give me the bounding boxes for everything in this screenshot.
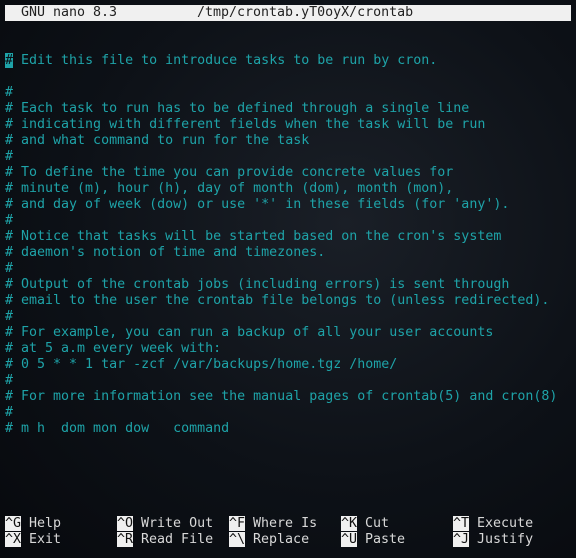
editor-line[interactable]: # Edit this file to introduce tasks to b… <box>5 53 557 69</box>
shortcut-label: Help <box>29 516 62 531</box>
app-version: GNU nano 8.3 <box>21 5 118 20</box>
cursor: # <box>5 53 14 68</box>
editor-line[interactable]: # <box>5 309 557 325</box>
shortcut-key: ^X <box>5 532 22 547</box>
editor-line[interactable]: # <box>5 405 557 421</box>
editor-line[interactable]: # indicating with different fields when … <box>5 117 557 133</box>
shortcut-label: Paste <box>365 532 406 547</box>
editor-line[interactable]: # Output of the crontab jobs (including … <box>5 277 557 293</box>
editor-line[interactable]: # For example, you can run a backup of a… <box>5 325 557 341</box>
shortcut-label: Execute <box>477 516 534 531</box>
shortcut-key: ^K <box>341 516 358 531</box>
shortcut-write-out[interactable]: ^O Write Out <box>117 516 213 532</box>
shortcut-execute[interactable]: ^T Execute <box>453 516 533 532</box>
editor-line[interactable]: # Notice that tasks will be started base… <box>5 229 557 245</box>
shortcut-cut[interactable]: ^K Cut <box>341 516 389 532</box>
line-text: Edit this file to introduce tasks to be … <box>13 53 438 68</box>
title-bar: GNU nano 8.3/tmp/crontab.yT0oyX/crontab <box>5 5 571 21</box>
shortcut-key: ^U <box>341 532 358 547</box>
text-editor[interactable]: # Edit this file to introduce tasks to b… <box>5 21 557 437</box>
editor-line[interactable]: # 0 5 * * 1 tar -zcf /var/backups/home.t… <box>5 357 557 373</box>
shortcut-exit[interactable]: ^X Exit <box>5 532 61 548</box>
shortcut-paste[interactable]: ^U Paste <box>341 532 405 548</box>
shortcut-replace[interactable]: ^\ Replace <box>229 532 309 548</box>
shortcut-key: ^\ <box>229 532 246 547</box>
shortcut-where-is[interactable]: ^F Where Is <box>229 516 317 532</box>
editor-line[interactable]: # <box>5 213 557 229</box>
shortcut-label: Cut <box>365 516 390 531</box>
shortcut-label: Read File <box>141 532 214 547</box>
shortcut-key: ^F <box>229 516 246 531</box>
editor-line[interactable]: # and what command to run for the task <box>5 133 557 149</box>
editor-line[interactable]: # email to the user the crontab file bel… <box>5 293 557 309</box>
editor-line[interactable]: # at 5 a.m every week with: <box>5 341 557 357</box>
editor-line[interactable]: # <box>5 261 557 277</box>
shortcut-read-file[interactable]: ^R Read File <box>117 532 213 548</box>
editor-line[interactable]: # and day of week (dow) or use '*' in th… <box>5 197 557 213</box>
editor-line[interactable]: # minute (m), hour (h), day of month (do… <box>5 181 557 197</box>
editor-line[interactable]: # daemon's notion of time and timezones. <box>5 245 557 261</box>
editor-line[interactable]: # To define the time you can provide con… <box>5 165 557 181</box>
shortcut-label: Replace <box>253 532 310 547</box>
editor-line[interactable]: # <box>5 373 557 389</box>
shortcut-label: Where Is <box>253 516 318 531</box>
shortcut-help[interactable]: ^G Help <box>5 516 61 532</box>
editor-line[interactable]: # <box>5 85 557 101</box>
shortcut-key: ^G <box>5 516 22 531</box>
shortcut-label: Exit <box>29 532 62 547</box>
file-path: /tmp/crontab.yT0oyX/crontab <box>197 5 414 20</box>
shortcut-label: Write Out <box>141 516 214 531</box>
editor-line[interactable]: # m h dom mon dow command <box>5 421 557 437</box>
editor-line[interactable]: # Each task to run has to be defined thr… <box>5 101 557 117</box>
shortcut-key: ^R <box>117 532 134 547</box>
shortcut-key: ^O <box>117 516 134 531</box>
editor-line[interactable]: # For more information see the manual pa… <box>5 389 557 405</box>
editor-line[interactable]: # <box>5 149 557 165</box>
shortcut-justify[interactable]: ^J Justify <box>453 532 533 548</box>
shortcut-label: Justify <box>477 532 534 547</box>
shortcut-key: ^J <box>453 532 470 547</box>
shortcut-key: ^T <box>453 516 470 531</box>
